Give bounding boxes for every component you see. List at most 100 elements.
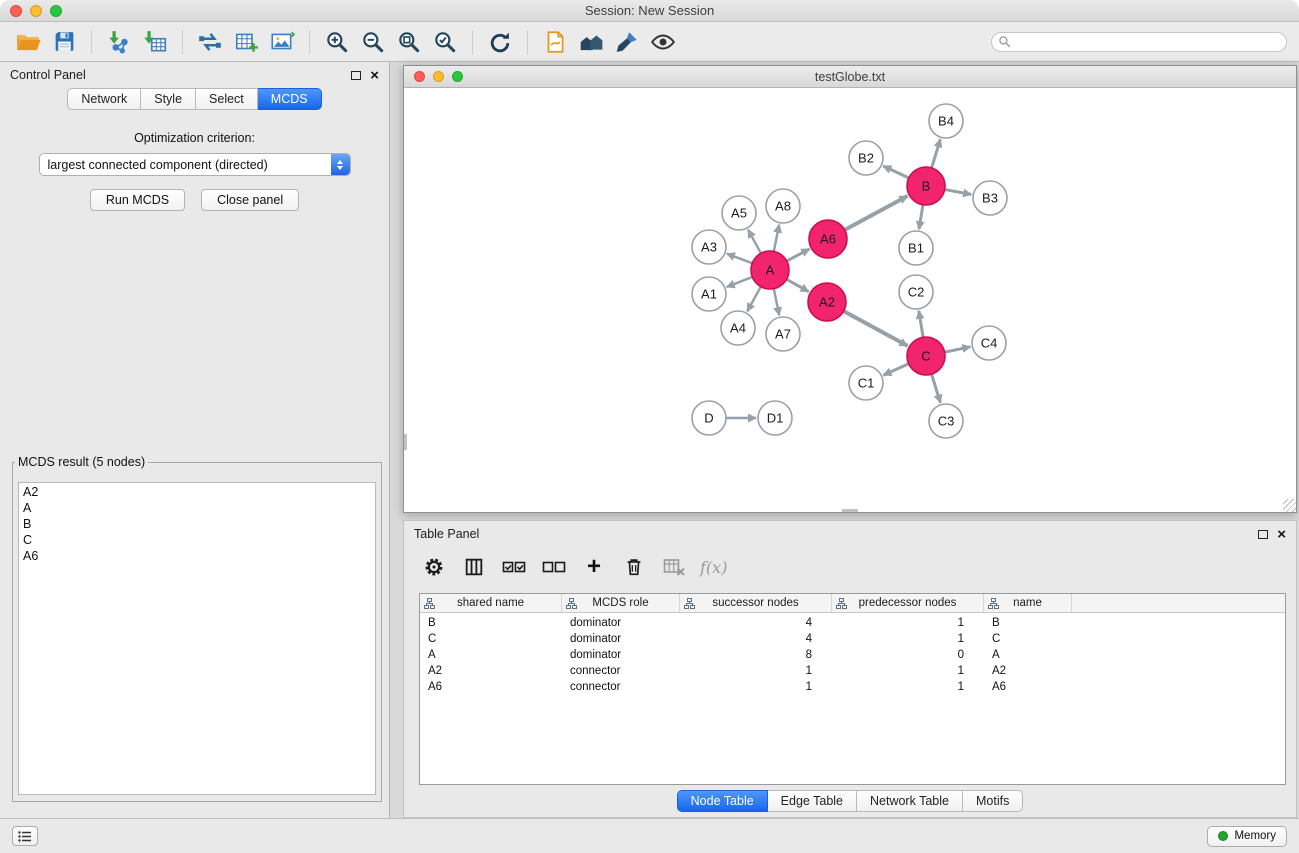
table-row[interactable]: Bdominator41B: [420, 615, 1285, 631]
close-table-panel-icon[interactable]: ×: [1277, 527, 1286, 542]
zoom-selected-icon[interactable]: [430, 27, 460, 57]
graph-edge-A-A6[interactable]: [786, 249, 810, 262]
graph-edge-A-A2[interactable]: [786, 279, 809, 292]
save-session-icon[interactable]: [49, 27, 79, 57]
graph-node-C[interactable]: C: [907, 337, 945, 375]
delete-table-icon[interactable]: [660, 553, 688, 581]
graph-node-A7[interactable]: A7: [766, 317, 800, 351]
close-panel-icon[interactable]: ×: [370, 68, 379, 83]
columns-icon[interactable]: [460, 553, 488, 581]
graph-edge-A6-B[interactable]: [844, 196, 908, 230]
function-builder-button[interactable]: f(x): [700, 558, 727, 577]
tab-network-table[interactable]: Network Table: [857, 790, 963, 812]
graph-edge-C-C3[interactable]: [931, 373, 940, 403]
graph-edge-A-A7[interactable]: [774, 288, 780, 316]
graph-node-C1[interactable]: C1: [849, 366, 883, 400]
graph-node-A8[interactable]: A8: [766, 189, 800, 223]
graph-node-C2[interactable]: C2: [899, 275, 933, 309]
gear-icon[interactable]: [420, 553, 448, 581]
graph-node-C3[interactable]: C3: [929, 404, 963, 438]
graph-node-A3[interactable]: A3: [692, 230, 726, 264]
table-row[interactable]: Adominator80A: [420, 647, 1285, 663]
network-canvas[interactable]: B4B2BB3A8A5A6A3B1AC2A1A2A4A7C4CC1DD1C3: [404, 88, 1296, 512]
graph-edge-B-B3[interactable]: [944, 189, 972, 194]
import-network-icon[interactable]: [104, 27, 134, 57]
graph-edge-A-A4[interactable]: [747, 286, 761, 312]
column-header-MCDS-role[interactable]: MCDS role: [562, 594, 680, 612]
resize-grip[interactable]: [1283, 499, 1296, 512]
network-graph-svg[interactable]: B4B2BB3A8A5A6A3B1AC2A1A2A4A7C4CC1DD1C3: [404, 88, 1296, 512]
graphics-details-icon[interactable]: [540, 27, 570, 57]
result-item[interactable]: A6: [23, 548, 371, 564]
app-titlebar[interactable]: Session: New Session: [0, 0, 1299, 22]
graph-edge-B-B1[interactable]: [919, 204, 923, 229]
float-panel-icon[interactable]: [351, 71, 361, 80]
table-row[interactable]: Cdominator41C: [420, 631, 1285, 647]
tab-node-table[interactable]: Node Table: [677, 790, 768, 812]
network-minimize-button[interactable]: [433, 71, 444, 82]
graph-edge-C-C2[interactable]: [919, 311, 923, 338]
task-monitor-button[interactable]: [12, 826, 38, 846]
new-table-icon[interactable]: [231, 27, 261, 57]
tab-style[interactable]: Style: [141, 88, 196, 110]
graph-node-A5[interactable]: A5: [722, 196, 756, 230]
deselect-all-icon[interactable]: [540, 553, 568, 581]
result-item[interactable]: C: [23, 532, 371, 548]
graph-node-D1[interactable]: D1: [758, 401, 792, 435]
graph-node-A4[interactable]: A4: [721, 311, 755, 345]
graph-edge-C-C1[interactable]: [883, 363, 909, 375]
add-column-icon[interactable]: +: [580, 553, 608, 581]
network-window-titlebar[interactable]: testGlobe.txt: [404, 66, 1296, 88]
eye-icon[interactable]: [648, 27, 678, 57]
table-panel-header[interactable]: Table Panel ×: [404, 521, 1296, 547]
graph-node-A[interactable]: A: [751, 251, 789, 289]
zoom-out-icon[interactable]: [358, 27, 388, 57]
export-image-icon[interactable]: [267, 27, 297, 57]
graph-edge-A2-C[interactable]: [843, 311, 908, 346]
close-panel-button[interactable]: Close panel: [201, 189, 299, 211]
mcds-result-list[interactable]: A2ABCA6: [18, 482, 376, 795]
zoom-fit-icon[interactable]: [394, 27, 424, 57]
tab-network[interactable]: Network: [67, 88, 141, 110]
float-table-panel-icon[interactable]: [1258, 530, 1268, 539]
tab-motifs[interactable]: Motifs: [963, 790, 1023, 812]
graph-node-B3[interactable]: B3: [973, 181, 1007, 215]
search-box[interactable]: [991, 32, 1287, 52]
search-input[interactable]: [1015, 35, 1280, 49]
table-row[interactable]: A2connector11A2: [420, 663, 1285, 679]
network-zoom-button[interactable]: [452, 71, 463, 82]
graph-edge-A-A1[interactable]: [727, 277, 754, 287]
network-close-button[interactable]: [414, 71, 425, 82]
control-panel-header[interactable]: Control Panel ×: [0, 62, 389, 88]
graph-edge-B-B2[interactable]: [883, 166, 910, 178]
graph-edge-C-C4[interactable]: [944, 347, 971, 353]
graph-node-B1[interactable]: B1: [899, 231, 933, 265]
new-network-icon[interactable]: [195, 27, 225, 57]
result-item[interactable]: B: [23, 516, 371, 532]
vertical-scroll-indicator[interactable]: [404, 434, 407, 450]
horizontal-scroll-indicator[interactable]: [842, 509, 858, 512]
network-overview-icon[interactable]: [576, 27, 606, 57]
graph-edge-A-A5[interactable]: [748, 230, 761, 255]
style-brush-icon[interactable]: [612, 27, 642, 57]
zoom-in-icon[interactable]: [322, 27, 352, 57]
table-row[interactable]: A6connector11A6: [420, 679, 1285, 695]
column-header-name[interactable]: name: [984, 594, 1072, 612]
close-window-button[interactable]: [10, 5, 22, 17]
open-session-icon[interactable]: [13, 27, 43, 57]
graph-edge-A-A3[interactable]: [727, 254, 753, 264]
select-all-icon[interactable]: [500, 553, 528, 581]
graph-node-C4[interactable]: C4: [972, 326, 1006, 360]
memory-button[interactable]: Memory: [1207, 826, 1287, 847]
tab-edge-table[interactable]: Edge Table: [768, 790, 857, 812]
graph-node-B2[interactable]: B2: [849, 141, 883, 175]
graph-node-A6[interactable]: A6: [809, 220, 847, 258]
column-header-predecessor-nodes[interactable]: predecessor nodes: [832, 594, 984, 612]
tab-mcds[interactable]: MCDS: [258, 88, 322, 110]
tab-select[interactable]: Select: [196, 88, 258, 110]
graph-node-B[interactable]: B: [907, 167, 945, 205]
import-table-icon[interactable]: [140, 27, 170, 57]
result-item[interactable]: A2: [23, 484, 371, 500]
graph-node-B4[interactable]: B4: [929, 104, 963, 138]
column-header-shared-name[interactable]: shared name: [420, 594, 562, 612]
